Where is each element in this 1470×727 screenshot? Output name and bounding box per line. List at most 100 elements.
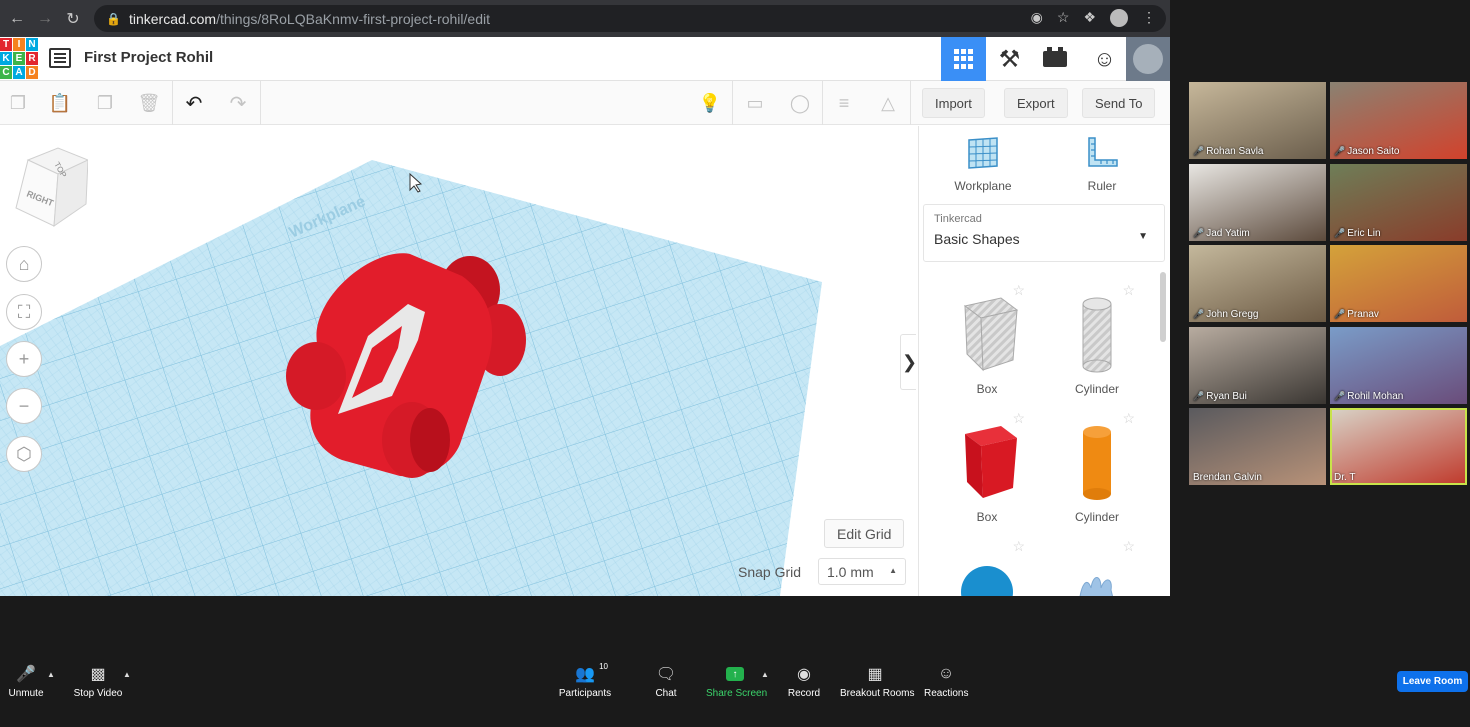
- logo-letter: R: [26, 52, 38, 65]
- bookmark-star-icon[interactable]: ☆: [1057, 9, 1070, 27]
- import-button[interactable]: Import: [922, 88, 985, 118]
- box-hole-icon: [963, 297, 1019, 372]
- participants-button[interactable]: 👥 10 Participants: [556, 662, 614, 699]
- url-host: tinkercad.com: [128, 10, 217, 27]
- align-icon[interactable]: ≡: [832, 91, 856, 115]
- camera-blocked-icon[interactable]: ◉: [1031, 9, 1043, 27]
- paste-icon[interactable]: 📋: [48, 91, 72, 115]
- perspective-icon[interactable]: ⬡: [6, 436, 42, 472]
- participant-tile[interactable]: 🎤 John Gregg: [1189, 245, 1326, 322]
- panel-scrollbar[interactable]: [1160, 272, 1166, 342]
- copy-icon[interactable]: ❐: [6, 91, 30, 115]
- group-icon[interactable]: ▭: [743, 91, 767, 115]
- participant-tile[interactable]: 🎤 Pranav: [1330, 245, 1467, 322]
- user-avatar[interactable]: [1126, 37, 1170, 81]
- leave-room-button[interactable]: Leave Room: [1397, 671, 1468, 692]
- participant-tile[interactable]: 🎤 Jad Yatim: [1189, 164, 1326, 241]
- share-screen-button[interactable]: ↑ Share Screen: [706, 664, 767, 699]
- browser-toolbar: ← → ↻ 🔒 tinkercad.com /things/8RoLQBaKnm…: [0, 0, 1170, 37]
- video-options-caret[interactable]: ▲: [120, 664, 134, 684]
- redo-icon[interactable]: ↷: [226, 91, 250, 115]
- bricks-button[interactable]: [1032, 37, 1077, 81]
- workplane-canvas[interactable]: Workplane: [0, 126, 916, 596]
- undo-icon[interactable]: ↶: [182, 91, 206, 115]
- favorite-star-icon[interactable]: ☆: [1012, 538, 1025, 555]
- reactions-button[interactable]: ☺ Reactions: [924, 664, 968, 699]
- zoom-out-icon[interactable]: −: [6, 388, 42, 424]
- 3d-workspace[interactable]: Workplane TOP RIGHT ⌂ ⛶ + − ⬡ Edit Grid …: [0, 126, 916, 596]
- export-button[interactable]: Export: [1004, 88, 1068, 118]
- lock-icon: 🔒: [106, 11, 121, 26]
- duplicate-icon[interactable]: ❐: [93, 91, 117, 115]
- shape-cylinder-striped[interactable]: ☆ Cylinder: [1047, 282, 1147, 406]
- favorite-star-icon[interactable]: ☆: [1122, 538, 1135, 555]
- record-button[interactable]: ◉ Record: [786, 664, 822, 699]
- shape-scribble[interactable]: ☆: [1047, 538, 1147, 596]
- breakout-rooms-button[interactable]: ▦ Breakout Rooms: [840, 664, 915, 699]
- workplane-icon: [968, 137, 998, 169]
- participant-name-text: Dr. T: [1334, 472, 1356, 483]
- back-icon[interactable]: ←: [6, 8, 28, 30]
- favorite-star-icon[interactable]: ☆: [1012, 282, 1025, 299]
- light-bulb-icon[interactable]: 💡: [698, 91, 722, 115]
- delete-icon[interactable]: 🗑: [137, 91, 161, 115]
- design-list-icon[interactable]: [49, 48, 71, 68]
- ungroup-icon[interactable]: ◯: [788, 91, 812, 115]
- workplane-tool[interactable]: Workplane: [933, 136, 1033, 193]
- unmute-button[interactable]: 🎤 Unmute: [6, 664, 46, 699]
- ruler-icon: [1088, 137, 1118, 167]
- participant-tile[interactable]: 🎤 Rohil Mohan: [1330, 327, 1467, 404]
- wheel-hub: [410, 408, 450, 472]
- favorite-star-icon[interactable]: ☆: [1012, 410, 1025, 427]
- share-options-caret[interactable]: ▲: [758, 664, 772, 684]
- url-path: /things/8RoLQBaKnmv-first-project-rohil/…: [216, 10, 490, 27]
- participant-name-text: Eric Lin: [1347, 228, 1381, 239]
- participant-tile[interactable]: 🎤 Eric Lin: [1330, 164, 1467, 241]
- view-cube[interactable]: TOP RIGHT: [14, 146, 88, 228]
- stop-video-button[interactable]: ▩ Stop Video: [72, 664, 124, 699]
- zoom-in-icon[interactable]: +: [6, 341, 42, 377]
- tinkercad-logo[interactable]: T I N K E R C A D: [0, 38, 38, 79]
- address-bar[interactable]: 🔒 tinkercad.com /things/8RoLQBaKnmv-firs…: [94, 5, 1166, 32]
- collapse-panel-button[interactable]: ❯: [900, 334, 916, 390]
- brick-icon: [1042, 47, 1067, 67]
- edit-grid-button[interactable]: Edit Grid: [824, 519, 905, 548]
- kebab-menu-icon[interactable]: ⋮: [1142, 9, 1156, 27]
- shape-box-red[interactable]: ☆ Box: [937, 410, 1037, 534]
- shape-sphere[interactable]: ☆: [937, 538, 1037, 596]
- participant-tile-active-speaker[interactable]: Dr. T: [1330, 408, 1467, 485]
- participant-tile[interactable]: Brendan Galvin: [1189, 408, 1326, 485]
- smiley-icon: ☺: [937, 665, 955, 682]
- extensions-icon[interactable]: ❖: [1083, 9, 1096, 27]
- shape-label: Cylinder: [1074, 510, 1119, 524]
- chat-button[interactable]: 🗨 Chat: [650, 664, 682, 699]
- blocks-pickaxe-icon[interactable]: ⚒: [987, 37, 1032, 81]
- 3d-view-button[interactable]: [941, 37, 986, 81]
- fit-view-icon[interactable]: ⛶: [6, 294, 42, 330]
- participant-tile[interactable]: 🎤 Ryan Bui: [1189, 327, 1326, 404]
- participant-name-text: John Gregg: [1206, 309, 1259, 320]
- ruler-tool[interactable]: Ruler: [1052, 136, 1152, 193]
- muted-mic-icon: 🎤: [1193, 228, 1205, 238]
- shape-box-striped[interactable]: ☆ Box: [937, 282, 1037, 406]
- chat-label: Chat: [655, 688, 677, 699]
- profile-avatar-icon[interactable]: [1110, 9, 1128, 27]
- favorite-star-icon[interactable]: ☆: [1122, 410, 1135, 427]
- participants-icon: 👥 10: [575, 662, 608, 683]
- audio-options-caret[interactable]: ▲: [44, 664, 58, 684]
- home-view-icon[interactable]: ⌂: [6, 246, 42, 282]
- favorite-star-icon[interactable]: ☆: [1122, 282, 1135, 299]
- participant-tile[interactable]: 🎤 Jason Saito: [1330, 82, 1467, 159]
- divider: [172, 81, 173, 125]
- project-title[interactable]: First Project Rohil: [84, 49, 213, 66]
- forward-icon[interactable]: →: [34, 8, 56, 30]
- invite-user-icon[interactable]: ☺: [1082, 37, 1127, 81]
- shape-library-select[interactable]: Tinkercad Basic Shapes ▼: [923, 204, 1165, 262]
- send-to-button[interactable]: Send To: [1082, 88, 1156, 118]
- participant-tile[interactable]: 🎤 Rohan Savla: [1189, 82, 1326, 159]
- snap-grid-select[interactable]: 1.0 mm ▲: [818, 558, 906, 585]
- shape-cylinder-orange[interactable]: ☆ Cylinder: [1047, 410, 1147, 534]
- reload-icon[interactable]: ↻: [62, 8, 84, 30]
- breakout-rooms-label: Breakout Rooms: [840, 688, 915, 699]
- mirror-icon[interactable]: △: [876, 91, 900, 115]
